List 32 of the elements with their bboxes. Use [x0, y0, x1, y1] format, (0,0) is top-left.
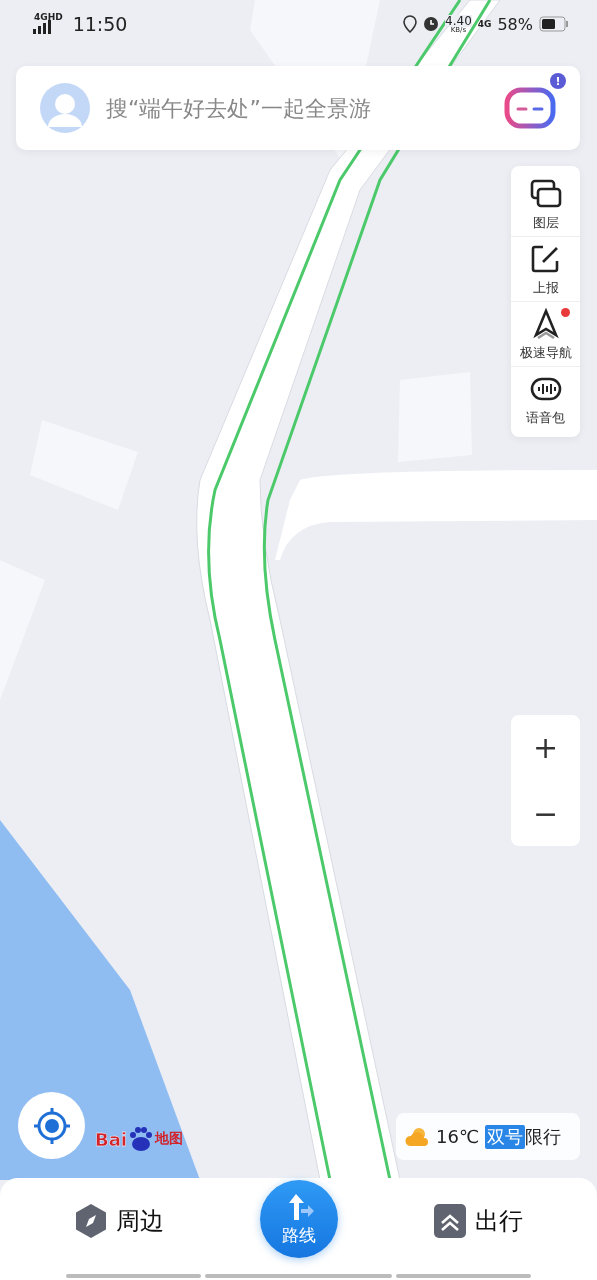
- alarm-clock-icon: [423, 16, 440, 32]
- alert-badge: !: [550, 73, 566, 89]
- restriction-label: 限行: [525, 1124, 562, 1149]
- cloud-icon: [404, 1125, 430, 1148]
- clock-time: 11:50: [72, 13, 128, 35]
- layers-icon: [528, 178, 563, 210]
- compass-icon: [74, 1203, 109, 1239]
- temperature: 16℃: [436, 1126, 480, 1147]
- nav-button[interactable]: 出行: [426, 1202, 529, 1240]
- search-field[interactable]: 搜“端午好去处”一起全景游: [104, 94, 490, 122]
- logo-text: Bai: [95, 1128, 128, 1150]
- paw-icon: [128, 1126, 155, 1152]
- network-label: 4GHD: [34, 12, 63, 22]
- battery-icon: [539, 16, 569, 32]
- route-button[interactable]: 路线: [259, 1180, 338, 1258]
- locate-icon: [32, 1106, 71, 1145]
- battery-percent: 58%: [497, 14, 533, 34]
- tool-button[interactable]: 上报: [511, 236, 580, 301]
- tool-button[interactable]: 图层: [511, 172, 580, 236]
- tool-button[interactable]: 极速导航: [511, 301, 580, 366]
- nav-button[interactable]: 周边: [68, 1202, 171, 1240]
- zoom-out-button[interactable]: −: [511, 780, 580, 846]
- tool-button[interactable]: 语音包: [511, 366, 580, 431]
- zoom-in-button[interactable]: +: [511, 715, 580, 781]
- travel-icon: [432, 1203, 467, 1239]
- data-network-label: 4G: [477, 19, 492, 29]
- logo-text: 地图: [155, 1130, 184, 1148]
- location-pin-icon: [403, 15, 418, 33]
- weather-chip[interactable]: 16℃ 双号限行: [396, 1113, 580, 1160]
- plate-tag: 双号: [485, 1124, 526, 1149]
- search-bar[interactable]: 搜“端午好去处”一起全景游 !: [16, 66, 580, 150]
- assistant-face-icon[interactable]: [504, 85, 556, 131]
